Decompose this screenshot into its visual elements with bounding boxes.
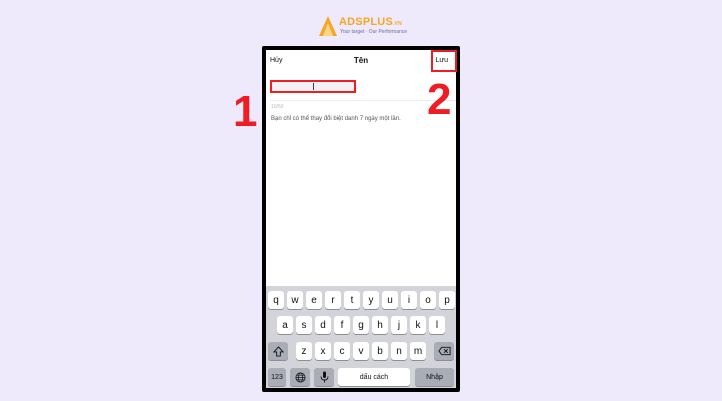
key-a[interactable]: a: [277, 316, 293, 334]
key-z[interactable]: z: [296, 342, 312, 360]
key-n[interactable]: n: [391, 342, 407, 360]
microphone-icon: [320, 371, 328, 383]
key-d[interactable]: d: [315, 316, 331, 334]
space-key-label: dấu cách: [359, 373, 389, 381]
key-r[interactable]: r: [325, 291, 341, 309]
microphone-key[interactable]: [314, 368, 334, 386]
step-marker-1: 1: [233, 87, 258, 136]
delete-key[interactable]: [434, 342, 454, 360]
keyboard-row-3: z x c v b n m: [266, 342, 456, 360]
key-o[interactable]: o: [420, 291, 436, 309]
key-x[interactable]: x: [315, 342, 331, 360]
key-b[interactable]: b: [372, 342, 388, 360]
key-h[interactable]: h: [372, 316, 388, 334]
keyboard-row-2: a s d f g h j k l: [266, 316, 456, 334]
page-title: Tên: [353, 56, 369, 65]
key-s[interactable]: s: [296, 316, 312, 334]
hint-text: Bạn chỉ có thể thay đổi biệt danh 7 ngày…: [271, 116, 401, 122]
delete-icon: [437, 346, 451, 356]
keyboard: q w e r t y u i o p a s d f g h j k l z …: [266, 286, 456, 388]
brand-tagline: Your target · Our Performance: [340, 29, 408, 35]
key-y[interactable]: y: [363, 291, 379, 309]
space-key[interactable]: dấu cách: [338, 368, 410, 386]
navigation-bar: Hủy Tên Lưu: [266, 50, 456, 72]
character-counter: 10/50: [271, 104, 284, 110]
key-j[interactable]: j: [391, 316, 407, 334]
key-i[interactable]: i: [401, 291, 417, 309]
key-u[interactable]: u: [382, 291, 398, 309]
numbers-key[interactable]: 123: [268, 368, 286, 386]
key-w[interactable]: w: [287, 291, 303, 309]
key-t[interactable]: t: [344, 291, 360, 309]
text-caret: [312, 83, 314, 90]
name-input[interactable]: [270, 80, 356, 93]
return-key[interactable]: Nhập: [415, 368, 454, 386]
key-e[interactable]: e: [306, 291, 322, 309]
brand-logo-icon: [319, 16, 337, 36]
key-c[interactable]: c: [334, 342, 350, 360]
brand-name: ADSPLUS.VN: [339, 16, 402, 28]
key-l[interactable]: l: [429, 316, 445, 334]
keyboard-row-1: q w e r t y u i o p: [266, 291, 456, 309]
globe-key[interactable]: [290, 368, 310, 386]
save-button-highlight: [431, 50, 457, 72]
key-v[interactable]: v: [353, 342, 369, 360]
key-m[interactable]: m: [410, 342, 426, 360]
key-p[interactable]: p: [439, 291, 455, 309]
key-f[interactable]: f: [334, 316, 350, 334]
keyboard-row-4: 123 dấu cách Nhập: [266, 368, 456, 386]
brand-logo: ADSPLUS.VN Your target · Our Performance: [318, 15, 407, 39]
numbers-key-label: 123: [271, 373, 283, 381]
key-q[interactable]: q: [268, 291, 284, 309]
key-k[interactable]: k: [410, 316, 426, 334]
shift-key[interactable]: [268, 342, 288, 360]
return-key-label: Nhập: [426, 373, 443, 381]
globe-icon: [295, 372, 305, 382]
key-g[interactable]: g: [353, 316, 369, 334]
shift-icon: [272, 345, 284, 357]
step-marker-2: 2: [427, 75, 452, 124]
